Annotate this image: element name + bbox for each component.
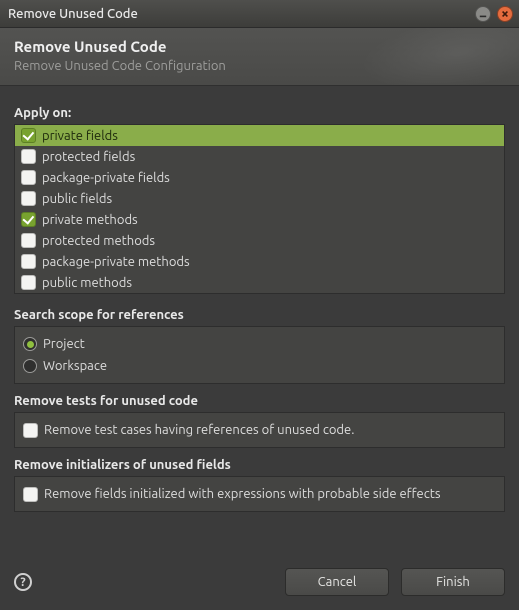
dialog-footer: ? Cancel Finish [0, 558, 519, 610]
help-icon[interactable]: ? [14, 573, 32, 591]
apply-on-item[interactable]: public fields [15, 188, 504, 209]
apply-on-item[interactable]: protected methods [15, 230, 504, 251]
apply-on-checkbox[interactable] [21, 170, 36, 185]
apply-on-item[interactable]: protected fields [15, 146, 504, 167]
scope-panel: Project Workspace [14, 326, 505, 384]
apply-on-item-label: package-private methods [42, 255, 190, 269]
apply-on-item-label: package-private fields [42, 171, 170, 185]
scope-label: Search scope for references [14, 308, 505, 322]
dialog-title: Remove Unused Code [14, 38, 505, 55]
dialog-content: Apply on: private fields protected fields… [0, 86, 519, 512]
apply-on-item[interactable]: public methods [15, 272, 504, 293]
tests-label: Remove tests for unused code [14, 394, 505, 408]
scope-radio[interactable] [23, 359, 37, 373]
tests-panel: Remove test cases having references of u… [14, 412, 505, 448]
apply-on-item-label: protected methods [42, 234, 155, 248]
apply-on-checkbox[interactable] [21, 212, 36, 227]
remove-tests-label: Remove test cases having references of u… [44, 423, 354, 437]
remove-inits-checkbox[interactable] [23, 487, 38, 502]
window-title: Remove Unused Code [8, 7, 469, 21]
apply-on-item-label: protected fields [42, 150, 135, 164]
inits-label: Remove initializers of unused fields [14, 458, 505, 472]
remove-tests-row[interactable]: Remove test cases having references of u… [23, 419, 496, 441]
scope-option[interactable]: Workspace [23, 355, 496, 377]
apply-on-label: Apply on: [14, 106, 505, 120]
scope-radio[interactable] [23, 337, 37, 351]
apply-on-item[interactable]: package-private methods [15, 251, 504, 272]
dialog-header: Remove Unused Code Remove Unused Code Co… [0, 28, 519, 86]
remove-inits-row[interactable]: Remove fields initialized with expressio… [23, 483, 496, 505]
apply-on-checkbox[interactable] [21, 275, 36, 290]
apply-on-checkbox[interactable] [21, 149, 36, 164]
apply-on-item[interactable]: private fields [15, 125, 504, 146]
apply-on-item-label: private fields [42, 129, 118, 143]
inits-panel: Remove fields initialized with expressio… [14, 476, 505, 512]
close-button[interactable] [497, 6, 513, 22]
cancel-button[interactable]: Cancel [285, 568, 389, 596]
finish-button[interactable]: Finish [401, 568, 505, 596]
apply-on-checkbox[interactable] [21, 128, 36, 143]
apply-on-checkbox[interactable] [21, 191, 36, 206]
apply-on-item-label: private methods [42, 213, 138, 227]
apply-on-list: private fields protected fields package-pr… [14, 124, 505, 294]
scope-option-label: Workspace [43, 359, 107, 373]
scope-option[interactable]: Project [23, 333, 496, 355]
remove-inits-label: Remove fields initialized with expressio… [44, 487, 441, 501]
apply-on-item-label: public fields [42, 192, 112, 206]
apply-on-item[interactable]: package-private fields [15, 167, 504, 188]
dialog-subtitle: Remove Unused Code Configuration [14, 59, 505, 73]
minimize-button[interactable] [475, 6, 491, 22]
apply-on-checkbox[interactable] [21, 233, 36, 248]
apply-on-item[interactable]: private methods [15, 209, 504, 230]
title-bar: Remove Unused Code [0, 0, 519, 28]
remove-tests-checkbox[interactable] [23, 423, 38, 438]
scope-option-label: Project [43, 337, 85, 351]
apply-on-checkbox[interactable] [21, 254, 36, 269]
apply-on-item-label: public methods [42, 276, 132, 290]
